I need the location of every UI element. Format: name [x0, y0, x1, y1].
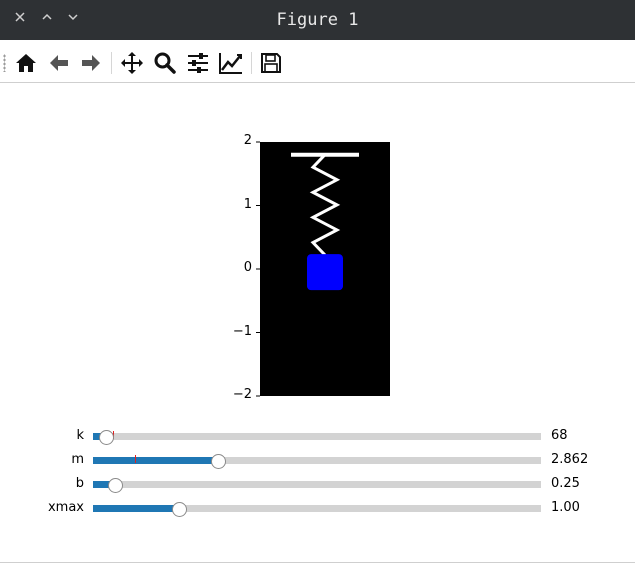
mass-block[interactable]: [307, 254, 343, 291]
spring-mass-axes[interactable]: [0, 0, 635, 420]
slider-label-b: b: [75, 476, 84, 491]
y-tick-label: −2: [232, 387, 252, 402]
slider-value-xmax: 1.00: [551, 500, 580, 515]
slider-handle-k[interactable]: [99, 429, 115, 445]
slider-row-m: m 2.862: [0, 450, 635, 470]
slider-handle-b[interactable]: [108, 477, 124, 493]
slider-initial-marker-m: [135, 455, 137, 463]
slider-k[interactable]: [93, 429, 541, 445]
slider-m[interactable]: [93, 453, 541, 469]
slider-handle-m[interactable]: [211, 453, 227, 469]
slider-row-k: k 68: [0, 426, 635, 446]
slider-value-b: 0.25: [551, 476, 580, 491]
slider-row-xmax: xmax 1.00: [0, 498, 635, 518]
slider-handle-xmax[interactable]: [172, 501, 188, 517]
slider-value-k: 68: [551, 428, 568, 443]
slider-label-xmax: xmax: [47, 500, 84, 515]
slider-b[interactable]: [93, 477, 541, 493]
slider-row-b: b 0.25: [0, 474, 635, 494]
y-tick-label: 0: [243, 260, 252, 275]
slider-label-k: k: [76, 428, 84, 443]
y-axis-ticks: [256, 141, 260, 397]
slider-value-m: 2.862: [551, 452, 589, 467]
y-tick-label: 1: [243, 196, 252, 212]
y-tick-label: −1: [232, 323, 252, 339]
y-tick-label: 2: [243, 133, 252, 148]
window-bottom-border: [0, 562, 635, 563]
slider-xmax[interactable]: [93, 501, 541, 517]
slider-label-m: m: [71, 452, 84, 467]
slider-fill-m: [93, 457, 219, 464]
slider-fill-xmax: [93, 505, 180, 512]
